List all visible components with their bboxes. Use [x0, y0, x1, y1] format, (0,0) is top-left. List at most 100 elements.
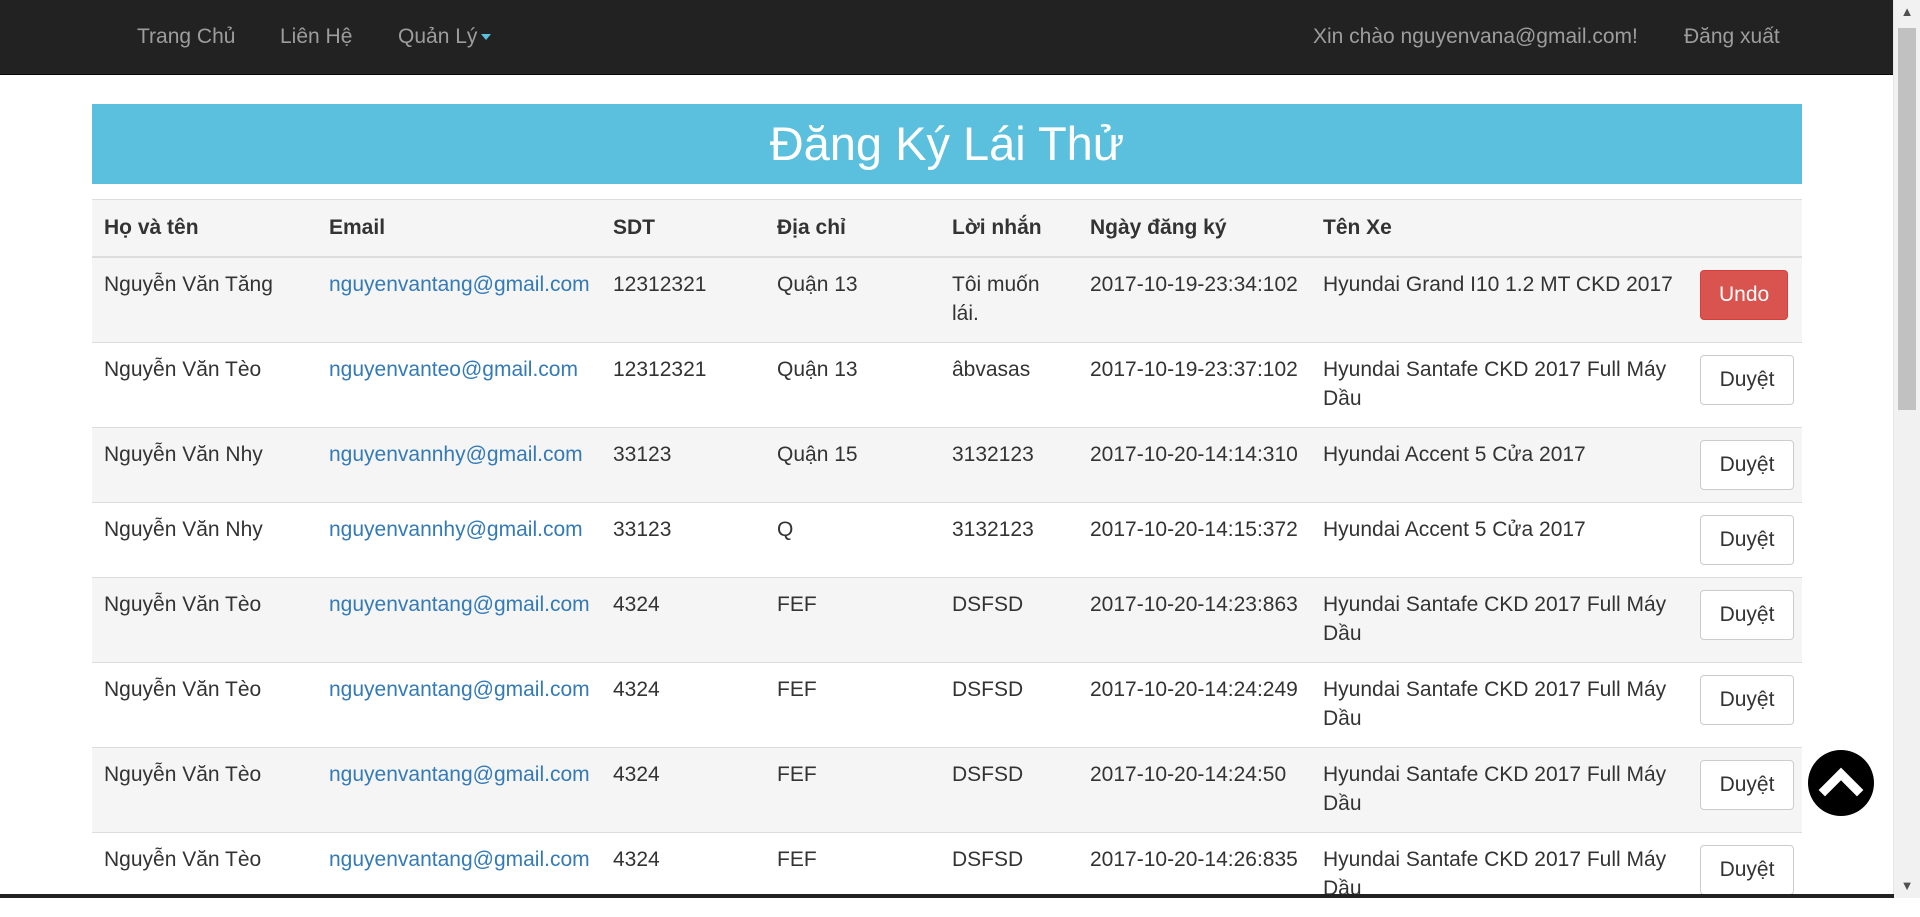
cell-name: Nguyễn Văn Tèo — [92, 576, 317, 662]
email-link[interactable]: nguyenvantang@gmail.com — [329, 593, 590, 616]
cell-phone: 12312321 — [601, 341, 765, 427]
logout-link[interactable]: Đăng xuất — [1684, 0, 1780, 74]
window-bottom-edge — [0, 894, 1894, 898]
email-link[interactable]: nguyenvanteo@gmail.com — [329, 358, 578, 381]
header-message: Lời nhắn — [940, 199, 1078, 258]
header-email: Email — [317, 199, 601, 258]
cell-message: DSFSD — [940, 661, 1078, 747]
nav-manage-label: Quản Lý — [398, 25, 478, 48]
page-title: Đăng Ký Lái Thử — [92, 104, 1802, 184]
cell-phone: 4324 — [601, 576, 765, 662]
email-link[interactable]: nguyenvantang@gmail.com — [329, 273, 590, 296]
table-row: Nguyễn Văn Tèo nguyenvantang@gmail.com 432… — [92, 576, 1802, 662]
cell-email: nguyenvanteo@gmail.com — [317, 341, 601, 427]
main-content: Đăng Ký Lái Thử Họ và tên Email SDT Địa chỉ… — [92, 104, 1802, 917]
approve-button[interactable]: Duyệt — [1700, 514, 1794, 565]
cell-car: Hyundai Grand I10 1.2 MT CKD 2017 — [1311, 256, 1688, 342]
cell-name: Nguyễn Văn Nhy — [92, 426, 317, 502]
email-link[interactable]: nguyenvantang@gmail.com — [329, 678, 590, 701]
cell-message: âbvasas — [940, 341, 1078, 427]
cell-name: Nguyễn Văn Tèo — [92, 341, 317, 427]
cell-email: nguyenvantang@gmail.com — [317, 746, 601, 832]
nav-contact-link[interactable]: Liên Hệ — [280, 0, 352, 74]
cell-date: 2017-10-20-14:26:835 — [1078, 831, 1311, 917]
table-row: Nguyễn Văn Tèo nguyenvantang@gmail.com 432… — [92, 661, 1802, 747]
undo-button[interactable]: Undo — [1700, 270, 1788, 320]
cell-phone: 4324 — [601, 746, 765, 832]
header-address: Địa chỉ — [765, 199, 940, 258]
approve-button[interactable]: Duyệt — [1700, 439, 1794, 490]
cell-car: Hyundai Accent 5 Cửa 2017 — [1311, 426, 1688, 502]
cell-name: Nguyễn Văn Nhy — [92, 501, 317, 577]
email-link[interactable]: nguyenvantang@gmail.com — [329, 848, 590, 871]
scroll-to-top-button[interactable] — [1808, 750, 1874, 816]
cell-email: nguyenvantang@gmail.com — [317, 661, 601, 747]
cell-name: Nguyễn Văn Tăng — [92, 256, 317, 342]
header-action — [1688, 199, 1802, 258]
email-link[interactable]: nguyenvantang@gmail.com — [329, 763, 590, 786]
vertical-scrollbar[interactable]: ▲ ▼ — [1893, 0, 1920, 898]
cell-email: nguyenvantang@gmail.com — [317, 576, 601, 662]
cell-date: 2017-10-20-14:23:863 — [1078, 576, 1311, 662]
cell-message: DSFSD — [940, 746, 1078, 832]
email-link[interactable]: nguyenvannhy@gmail.com — [329, 518, 583, 541]
cell-address: FEF — [765, 746, 940, 832]
cell-phone: 4324 — [601, 831, 765, 917]
nav-manage-dropdown[interactable]: Quản Lý — [398, 0, 492, 74]
cell-action: Duyệt — [1688, 426, 1802, 502]
cell-message: Tôi muốn lái. — [940, 256, 1078, 342]
greeting-text: Xin chào nguyenvana@gmail.com! — [1313, 25, 1638, 48]
cell-phone: 12312321 — [601, 256, 765, 342]
approve-button[interactable]: Duyệt — [1700, 844, 1794, 895]
table-row: Nguyễn Văn Tèo nguyenvanteo@gmail.com 1231… — [92, 341, 1802, 427]
scrollbar-thumb[interactable] — [1898, 28, 1916, 410]
cell-action: Duyệt — [1688, 831, 1802, 917]
cell-date: 2017-10-19-23:37:102 — [1078, 341, 1311, 427]
cell-address: FEF — [765, 576, 940, 662]
header-name: Họ và tên — [92, 199, 317, 258]
table-header-row: Họ và tên Email SDT Địa chỉ Lời nhắn Ngày đăn… — [92, 199, 1802, 258]
cell-name: Nguyễn Văn Tèo — [92, 831, 317, 917]
cell-date: 2017-10-20-14:24:249 — [1078, 661, 1311, 747]
cell-address: Quận 13 — [765, 256, 940, 342]
cell-address: Quận 15 — [765, 426, 940, 502]
cell-date: 2017-10-20-14:15:372 — [1078, 501, 1311, 577]
cell-email: nguyenvantang@gmail.com — [317, 256, 601, 342]
cell-address: Q — [765, 501, 940, 577]
approve-button[interactable]: Duyệt — [1700, 354, 1794, 405]
approve-button[interactable]: Duyệt — [1700, 589, 1794, 640]
scroll-up-arrow-icon[interactable]: ▲ — [1894, 0, 1920, 24]
cell-name: Nguyễn Văn Tèo — [92, 661, 317, 747]
cell-action: Undo — [1688, 256, 1802, 342]
cell-email: nguyenvannhy@gmail.com — [317, 501, 601, 577]
cell-phone: 33123 — [601, 426, 765, 502]
cell-car: Hyundai Santafe CKD 2017 Full Máy Dầu — [1311, 746, 1688, 832]
cell-address: FEF — [765, 661, 940, 747]
cell-car: Hyundai Santafe CKD 2017 Full Máy Dầu — [1311, 341, 1688, 427]
cell-email: nguyenvantang@gmail.com — [317, 831, 601, 917]
cell-date: 2017-10-20-14:14:310 — [1078, 426, 1311, 502]
cell-action: Duyệt — [1688, 341, 1802, 427]
cell-message: 3132123 — [940, 426, 1078, 502]
header-date: Ngày đăng ký — [1078, 199, 1311, 258]
cell-address: FEF — [765, 831, 940, 917]
nav-home-link[interactable]: Trang Chủ — [137, 0, 235, 74]
table-row: Nguyễn Văn Tèo nguyenvantang@gmail.com 432… — [92, 831, 1802, 917]
approve-button[interactable]: Duyệt — [1700, 759, 1794, 810]
cell-phone: 33123 — [601, 501, 765, 577]
table-row: Nguyễn Văn Nhy nguyenvannhy@gmail.com 3312… — [92, 501, 1802, 577]
cell-phone: 4324 — [601, 661, 765, 747]
chevron-up-icon — [1818, 767, 1864, 797]
cell-email: nguyenvannhy@gmail.com — [317, 426, 601, 502]
approve-button[interactable]: Duyệt — [1700, 674, 1794, 725]
email-link[interactable]: nguyenvannhy@gmail.com — [329, 443, 583, 466]
cell-message: DSFSD — [940, 576, 1078, 662]
registration-table: Họ và tên Email SDT Địa chỉ Lời nhắn Ngày đăn… — [92, 199, 1802, 917]
top-navbar: Trang Chủ Liên Hệ Quản Lý Xin chào nguye… — [0, 0, 1894, 75]
cell-message: DSFSD — [940, 831, 1078, 917]
cell-car: Hyundai Santafe CKD 2017 Full Máy Dầu — [1311, 576, 1688, 662]
cell-name: Nguyễn Văn Tèo — [92, 746, 317, 832]
table-row: Nguyễn Văn Nhy nguyenvannhy@gmail.com 3312… — [92, 426, 1802, 502]
scroll-down-arrow-icon[interactable]: ▼ — [1894, 874, 1920, 898]
table-row: Nguyễn Văn Tèo nguyenvantang@gmail.com 432… — [92, 746, 1802, 832]
